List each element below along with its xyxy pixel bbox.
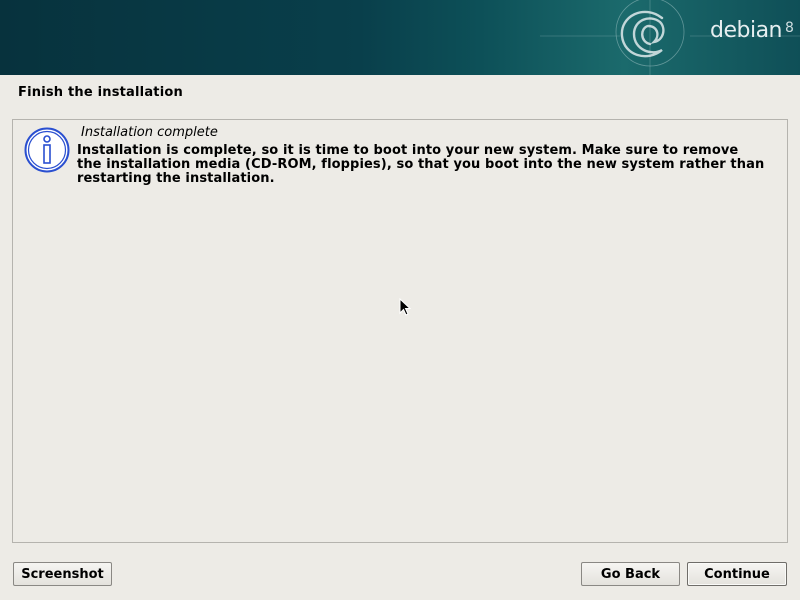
screenshot-button[interactable]: Screenshot (13, 562, 112, 586)
go-back-button[interactable]: Go Back (581, 562, 680, 586)
content-panel: Installation complete Installation is co… (12, 119, 788, 543)
debian-logo: debian 8 (710, 18, 794, 43)
message-body: Installation is complete, so it is time … (77, 143, 765, 186)
message-title: Installation complete (81, 125, 218, 140)
brand-name: debian (710, 18, 783, 43)
header-banner: debian 8 (0, 0, 800, 75)
brand-version: 8 (785, 20, 794, 36)
page-title: Finish the installation (18, 85, 183, 100)
continue-button[interactable]: Continue (687, 562, 787, 586)
mouse-cursor-icon (399, 298, 411, 316)
info-icon (24, 127, 70, 173)
